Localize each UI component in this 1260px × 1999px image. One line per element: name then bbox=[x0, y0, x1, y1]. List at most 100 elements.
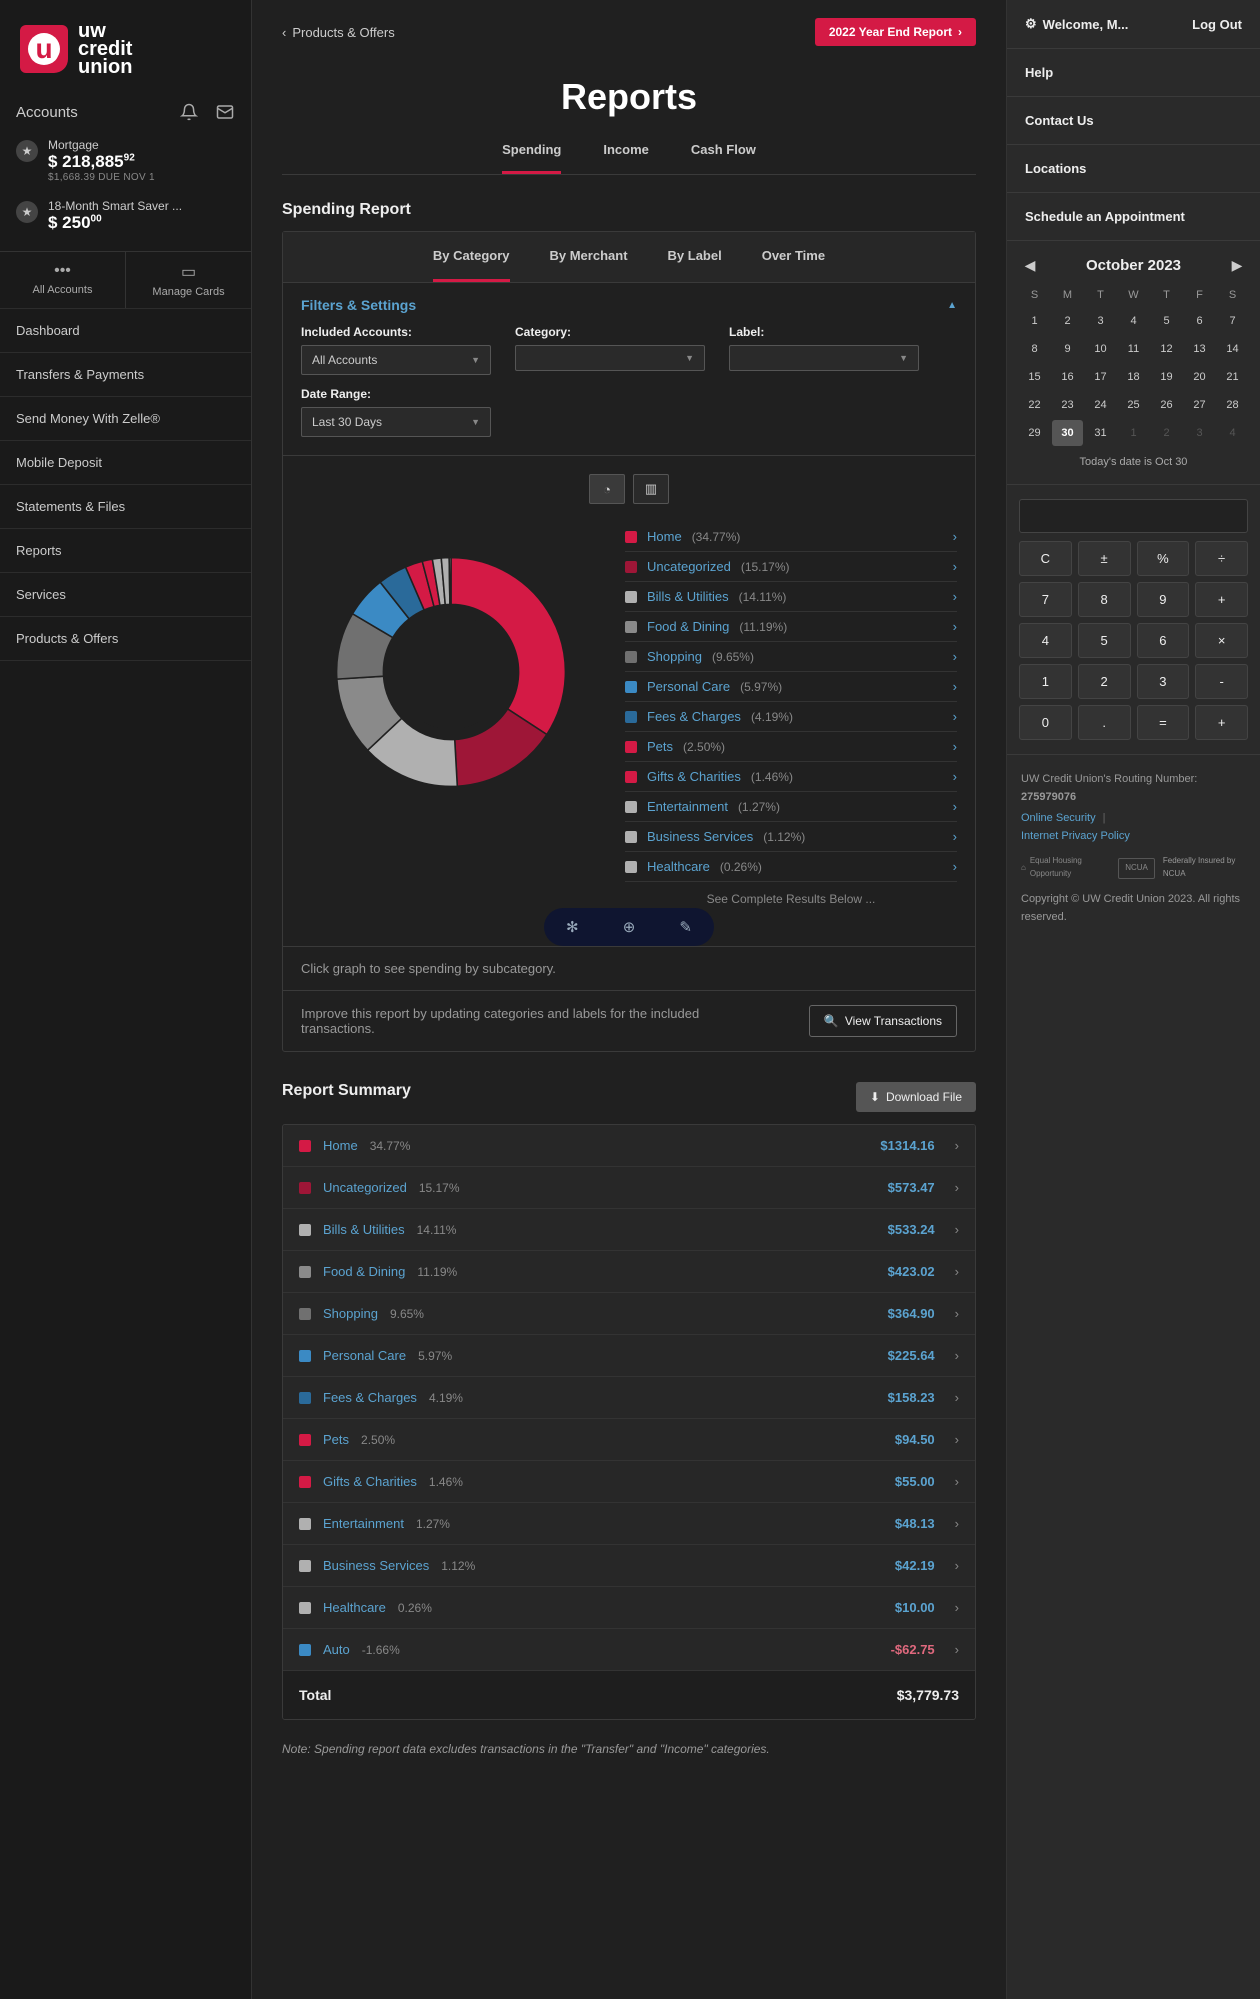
report-tab[interactable]: Income bbox=[603, 142, 649, 174]
settings-dots-icon[interactable]: ✻ bbox=[566, 918, 579, 936]
account-item[interactable]: ★ Mortgage $ 218,88592 $1,668.39 DUE NOV… bbox=[0, 130, 251, 191]
filters-title[interactable]: Filters & Settings bbox=[301, 297, 416, 313]
calendar-day[interactable]: 10 bbox=[1085, 336, 1116, 362]
summary-row[interactable]: Home 34.77% $1314.16 › bbox=[283, 1125, 975, 1167]
sidebar-nav-item[interactable]: Products & Offers bbox=[0, 617, 251, 661]
right-nav-item[interactable]: Locations bbox=[1007, 145, 1260, 193]
pie-chart-toggle[interactable]: ◔ bbox=[589, 474, 625, 504]
calculator-button[interactable]: C bbox=[1019, 541, 1072, 576]
calendar-day[interactable]: 21 bbox=[1217, 364, 1248, 390]
summary-row[interactable]: Fees & Charges 4.19% $158.23 › bbox=[283, 1377, 975, 1419]
summary-row[interactable]: Bills & Utilities 14.11% $533.24 › bbox=[283, 1209, 975, 1251]
right-nav-item[interactable]: Help bbox=[1007, 49, 1260, 97]
calendar-day[interactable]: 7 bbox=[1217, 308, 1248, 334]
account-action[interactable]: •••All Accounts bbox=[0, 252, 125, 308]
calendar-day[interactable]: 3 bbox=[1184, 420, 1215, 446]
spending-subtab[interactable]: By Category bbox=[433, 232, 510, 282]
label-select[interactable]: ▼ bbox=[729, 345, 919, 371]
donut-slice[interactable] bbox=[449, 558, 451, 605]
summary-row[interactable]: Business Services 1.12% $42.19 › bbox=[283, 1545, 975, 1587]
sidebar-nav-item[interactable]: Send Money With Zelle® bbox=[0, 397, 251, 441]
calendar-day[interactable]: 25 bbox=[1118, 392, 1149, 418]
summary-row[interactable]: Food & Dining 11.19% $423.02 › bbox=[283, 1251, 975, 1293]
calculator-button[interactable]: 6 bbox=[1137, 623, 1190, 658]
legend-item[interactable]: Fees & Charges (4.19%) › bbox=[625, 702, 957, 732]
calendar-day[interactable]: 5 bbox=[1151, 308, 1182, 334]
year-end-report-button[interactable]: 2022 Year End Report › bbox=[815, 18, 976, 46]
sidebar-nav-item[interactable]: Statements & Files bbox=[0, 485, 251, 529]
summary-row[interactable]: Gifts & Charities 1.46% $55.00 › bbox=[283, 1461, 975, 1503]
calculator-button[interactable]: 8 bbox=[1078, 582, 1131, 617]
eyedropper-icon[interactable]: ✎ bbox=[679, 918, 692, 936]
calculator-button[interactable]: 7 bbox=[1019, 582, 1072, 617]
calendar-day[interactable]: 2 bbox=[1052, 308, 1083, 334]
calendar-day[interactable]: 11 bbox=[1118, 336, 1149, 362]
date-range-select[interactable]: Last 30 Days ▼ bbox=[301, 407, 491, 437]
calculator-button[interactable]: 3 bbox=[1137, 664, 1190, 699]
brand-logo[interactable]: u uw credit union bbox=[0, 0, 251, 94]
spending-donut-chart[interactable] bbox=[321, 542, 581, 802]
legend-item[interactable]: Healthcare (0.26%) › bbox=[625, 852, 957, 882]
calendar-day[interactable]: 6 bbox=[1184, 308, 1215, 334]
notifications-icon[interactable] bbox=[179, 102, 199, 122]
spending-subtab[interactable]: Over Time bbox=[762, 232, 825, 282]
breadcrumb-back[interactable]: ‹ Products & Offers bbox=[282, 25, 395, 40]
calendar-day[interactable]: 8 bbox=[1019, 336, 1050, 362]
calendar-day[interactable]: 15 bbox=[1019, 364, 1050, 390]
view-transactions-button[interactable]: 🔍 View Transactions bbox=[809, 1005, 957, 1037]
account-item[interactable]: ★ 18-Month Smart Saver ... $ 25000 bbox=[0, 191, 251, 241]
report-tab[interactable]: Spending bbox=[502, 142, 561, 174]
logout-button[interactable]: Log Out bbox=[1192, 17, 1242, 32]
legend-item[interactable]: Personal Care (5.97%) › bbox=[625, 672, 957, 702]
legend-item[interactable]: Food & Dining (11.19%) › bbox=[625, 612, 957, 642]
calendar-day[interactable]: 31 bbox=[1085, 420, 1116, 446]
calendar-day[interactable]: 26 bbox=[1151, 392, 1182, 418]
messages-icon[interactable] bbox=[215, 102, 235, 122]
report-tab[interactable]: Cash Flow bbox=[691, 142, 756, 174]
calculator-button[interactable]: - bbox=[1195, 664, 1248, 699]
calculator-button[interactable]: × bbox=[1195, 623, 1248, 658]
right-nav-item[interactable]: Schedule an Appointment bbox=[1007, 193, 1260, 241]
calculator-button[interactable]: = bbox=[1137, 705, 1190, 740]
calendar-day[interactable]: 1 bbox=[1118, 420, 1149, 446]
calendar-day[interactable]: 13 bbox=[1184, 336, 1215, 362]
spending-subtab[interactable]: By Label bbox=[668, 232, 722, 282]
summary-row[interactable]: Shopping 9.65% $364.90 › bbox=[283, 1293, 975, 1335]
summary-row[interactable]: Uncategorized 15.17% $573.47 › bbox=[283, 1167, 975, 1209]
calculator-button[interactable]: 1 bbox=[1019, 664, 1072, 699]
legend-item[interactable]: Pets (2.50%) › bbox=[625, 732, 957, 762]
calendar-day[interactable]: 27 bbox=[1184, 392, 1215, 418]
calendar-day[interactable]: 20 bbox=[1184, 364, 1215, 390]
sidebar-nav-item[interactable]: Transfers & Payments bbox=[0, 353, 251, 397]
calendar-day[interactable]: 1 bbox=[1019, 308, 1050, 334]
calculator-button[interactable]: . bbox=[1078, 705, 1131, 740]
legend-item[interactable]: Home (34.77%) › bbox=[625, 522, 957, 552]
summary-row[interactable]: Personal Care 5.97% $225.64 › bbox=[283, 1335, 975, 1377]
calendar-day[interactable]: 16 bbox=[1052, 364, 1083, 390]
calendar-day[interactable]: 12 bbox=[1151, 336, 1182, 362]
calendar-day[interactable]: 28 bbox=[1217, 392, 1248, 418]
sidebar-nav-item[interactable]: Services bbox=[0, 573, 251, 617]
summary-row[interactable]: Healthcare 0.26% $10.00 › bbox=[283, 1587, 975, 1629]
spending-subtab[interactable]: By Merchant bbox=[550, 232, 628, 282]
online-security-link[interactable]: Online Security bbox=[1021, 812, 1096, 824]
calendar-day[interactable]: 23 bbox=[1052, 392, 1083, 418]
download-file-button[interactable]: ⬇ Download File bbox=[856, 1082, 976, 1112]
calendar-day[interactable]: 30 bbox=[1052, 420, 1083, 446]
privacy-policy-link[interactable]: Internet Privacy Policy bbox=[1021, 830, 1130, 842]
calendar-day[interactable]: 19 bbox=[1151, 364, 1182, 390]
calendar-day[interactable]: 17 bbox=[1085, 364, 1116, 390]
calendar-day[interactable]: 14 bbox=[1217, 336, 1248, 362]
target-icon[interactable]: ⊕ bbox=[623, 918, 636, 936]
calculator-display[interactable] bbox=[1019, 499, 1248, 533]
summary-row[interactable]: Pets 2.50% $94.50 › bbox=[283, 1419, 975, 1461]
calculator-button[interactable]: + bbox=[1195, 582, 1248, 617]
sidebar-nav-item[interactable]: Mobile Deposit bbox=[0, 441, 251, 485]
filters-collapse-icon[interactable]: ▲ bbox=[947, 300, 957, 311]
legend-item[interactable]: Gifts & Charities (1.46%) › bbox=[625, 762, 957, 792]
included-accounts-select[interactable]: All Accounts ▼ bbox=[301, 345, 491, 375]
calculator-button[interactable]: 5 bbox=[1078, 623, 1131, 658]
calendar-day[interactable]: 3 bbox=[1085, 308, 1116, 334]
calculator-button[interactable]: % bbox=[1137, 541, 1190, 576]
calculator-button[interactable]: 2 bbox=[1078, 664, 1131, 699]
